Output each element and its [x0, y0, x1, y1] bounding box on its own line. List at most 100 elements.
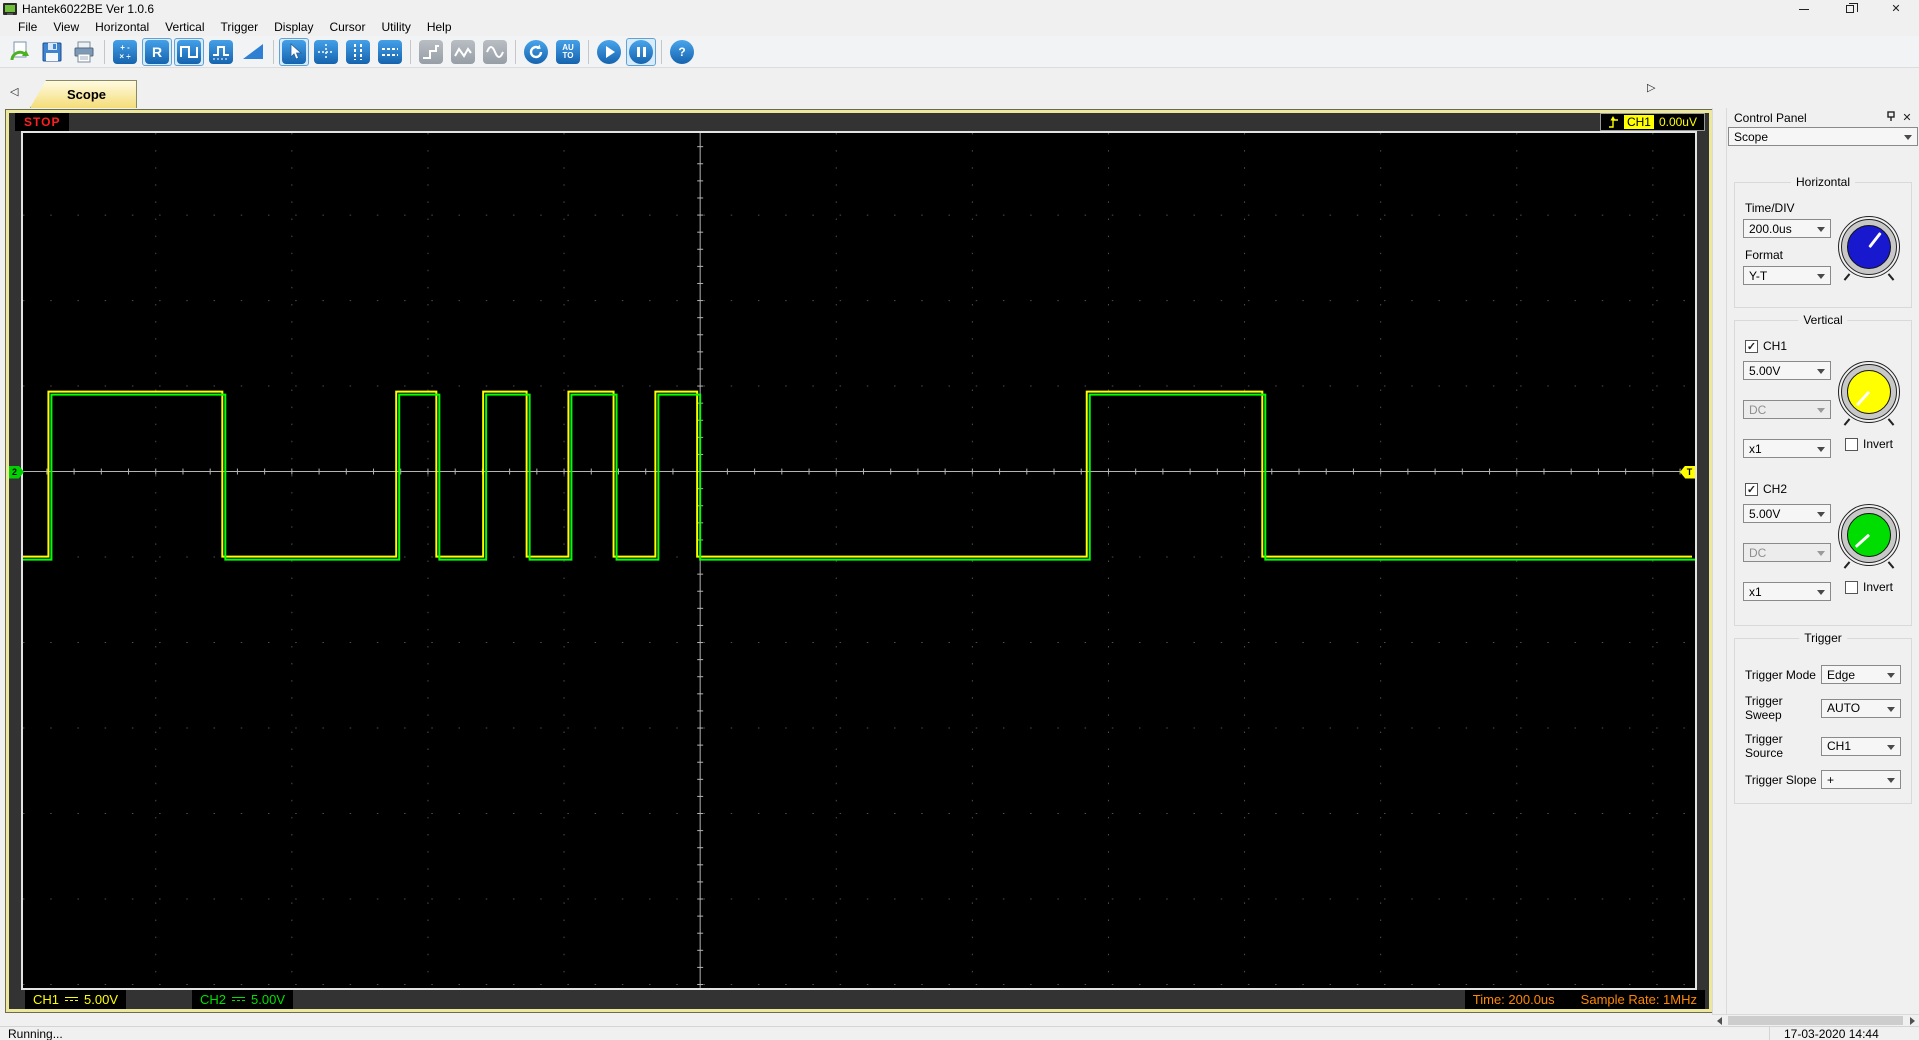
trigger-group-title: Trigger [1799, 631, 1847, 645]
square-wave-button[interactable] [174, 37, 204, 66]
panel-mode-select[interactable]: Scope [1728, 127, 1918, 146]
wave-edge-button[interactable] [206, 38, 236, 66]
minimize-button[interactable] [1781, 0, 1827, 18]
chevron-down-icon [1817, 369, 1825, 374]
menu-vertical[interactable]: Vertical [157, 19, 212, 35]
ch2-volts-select[interactable]: 5.00V [1743, 504, 1831, 523]
bottom-strip [0, 1014, 1919, 1026]
trigger-slope-select[interactable]: + [1821, 770, 1901, 789]
step-signal-button[interactable] [416, 38, 446, 66]
ch2-probe-select[interactable]: x1 [1743, 582, 1831, 601]
chevron-down-icon [1817, 551, 1825, 556]
close-icon: ✕ [1891, 2, 1901, 15]
menu-trigger[interactable]: Trigger [213, 19, 267, 35]
menu-display[interactable]: Display [266, 19, 321, 35]
horizontal-cursors-button[interactable] [375, 38, 405, 66]
auto-icon: AUTO [556, 39, 580, 64]
dc-coupling-icon [65, 997, 79, 1002]
scroll-right-icon[interactable] [1905, 1015, 1919, 1027]
scrollbar-thumb[interactable] [1728, 1016, 1903, 1025]
vertical-cursors-button[interactable] [343, 38, 373, 66]
ch2-controls: ✓ CH2 5.00V DC x1 ✓ Invert [1743, 482, 1903, 611]
pointer-button[interactable] [279, 37, 309, 66]
scrollbar-track[interactable] [1726, 1015, 1905, 1026]
format-select[interactable]: Y-T [1743, 266, 1831, 285]
trigger-source-select[interactable]: CH1 [1821, 736, 1901, 756]
dc-coupling-icon [232, 997, 246, 1002]
restore-icon [1846, 3, 1858, 13]
ch1-enable-checkbox[interactable]: ✓ [1745, 339, 1758, 353]
menu-horizontal[interactable]: Horizontal [87, 19, 157, 35]
close-button[interactable]: ✕ [1873, 0, 1919, 18]
control-panel: Control Panel ✕ Scope Horizontal Time/DI… [1727, 108, 1919, 1014]
ch2-invert-checkbox[interactable]: ✓ [1844, 580, 1858, 594]
minimize-icon [1799, 8, 1809, 10]
timediv-select[interactable]: 200.0us [1743, 219, 1831, 238]
status-bar: Running... 17-03-2020 14:44 [0, 1026, 1919, 1040]
refresh-button[interactable] [521, 38, 551, 66]
ch2-label: CH2 [1763, 482, 1788, 496]
cross-cursor-button[interactable] [311, 38, 341, 66]
trigger-sweep-select[interactable]: AUTO [1821, 698, 1901, 718]
pause-button[interactable] [626, 37, 656, 66]
sine-signal-button[interactable] [480, 38, 510, 66]
ch2-position-knob[interactable] [1838, 504, 1900, 569]
help-button[interactable]: ? [667, 38, 697, 66]
close-panel-icon[interactable]: ✕ [1899, 111, 1915, 124]
menu-view[interactable]: View [45, 19, 87, 35]
sine-signal-icon [483, 39, 507, 64]
horizontal-group: Horizontal Time/DIV 200.0us Format Y-T [1734, 175, 1912, 308]
pause-icon [629, 39, 653, 64]
menu-cursor[interactable]: Cursor [321, 19, 373, 35]
ch1-volts-select[interactable]: 5.00V [1743, 361, 1831, 380]
save-icon [42, 42, 62, 61]
zigzag-signal-button[interactable] [448, 38, 478, 66]
ch2-coupling-select[interactable]: DC [1743, 543, 1831, 562]
ch1-coupling-select[interactable]: DC [1743, 400, 1831, 419]
cross-cursor-icon [314, 39, 338, 64]
chevron-down-icon [1887, 744, 1895, 750]
scope-panel: STOP CH1 0.00uV 2 T CH1 5.00V CH2 5.00V … [5, 109, 1713, 1013]
timediv-label: Time/DIV [1745, 201, 1795, 215]
scroll-left-icon[interactable] [1712, 1015, 1726, 1027]
save-button[interactable] [37, 38, 67, 66]
horizontal-scrollbar[interactable] [1712, 1014, 1919, 1026]
horizontal-cursors-icon [378, 39, 402, 64]
auto-button[interactable]: AUTO [553, 38, 583, 66]
ch1-invert-label: Invert [1862, 437, 1893, 451]
chevron-down-icon [1817, 274, 1825, 279]
ch1-invert-checkbox[interactable]: ✓ [1844, 437, 1858, 451]
status-text: Running... [8, 1026, 63, 1040]
menu-utility[interactable]: Utility [373, 19, 418, 35]
play-button[interactable] [594, 38, 624, 66]
horizontal-position-knob[interactable] [1838, 216, 1900, 281]
trigger-mode-select[interactable]: Edge [1821, 665, 1901, 684]
menu-bar: File View Horizontal Vertical Trigger Di… [0, 18, 1919, 36]
ch2-level-marker[interactable]: 2 [9, 465, 24, 479]
restore-button[interactable] [1827, 0, 1873, 18]
print-button[interactable] [69, 38, 99, 66]
ch1-probe-select[interactable]: x1 [1743, 439, 1831, 458]
reference-wave-button[interactable]: R [142, 37, 172, 66]
print-icon [74, 41, 94, 62]
ch1-position-knob[interactable] [1838, 361, 1900, 426]
math-button[interactable]: + - × ÷ [110, 38, 140, 66]
chevron-down-icon [1887, 673, 1895, 678]
trigger-readout: CH1 0.00uV [1599, 113, 1705, 131]
ch2-enable-checkbox[interactable]: ✓ [1745, 482, 1758, 496]
trigger-sweep-label: Trigger Sweep [1745, 694, 1783, 722]
pin-icon[interactable] [1883, 110, 1899, 125]
menu-help[interactable]: Help [419, 19, 460, 35]
chevron-down-icon [1887, 778, 1895, 783]
menu-file[interactable]: File [10, 19, 45, 35]
waveform-plot [23, 133, 1695, 988]
tab-scope[interactable]: Scope [30, 80, 138, 108]
trigger-mode-label: Trigger Mode [1745, 667, 1816, 682]
status-datetime: 17-03-2020 14:44 [1769, 1027, 1919, 1040]
tab-scroll-right-icon[interactable]: ▷ [1643, 81, 1659, 94]
scope-top-strip: STOP CH1 0.00uV [9, 113, 1709, 131]
open-file-button[interactable] [5, 38, 35, 66]
ramp-button[interactable] [238, 38, 268, 66]
tab-scroll-left-icon[interactable]: ◁ [6, 85, 22, 98]
panel-divider-scrollbar[interactable] [1712, 108, 1727, 1014]
